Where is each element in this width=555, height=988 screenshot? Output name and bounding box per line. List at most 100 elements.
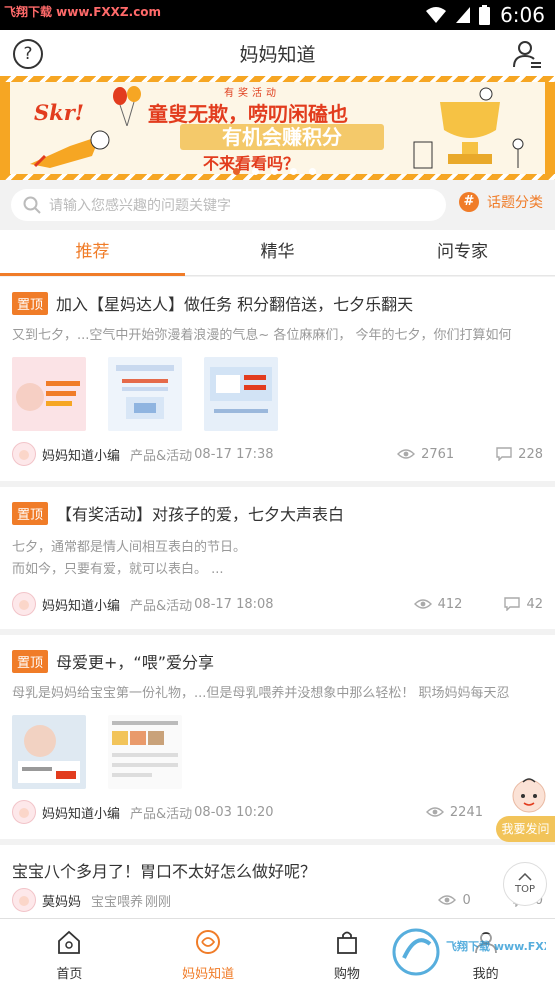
help-button[interactable]: ? xyxy=(13,39,43,69)
post-category: 产品&活动 xyxy=(130,806,193,822)
watermark-logo: 飞翔下载 www.FXXZ.com xyxy=(390,922,550,982)
post-title-row: 置顶 加入【星妈达人】做任务 积分翻倍送，七夕乐翻天 xyxy=(12,277,543,317)
post-excerpt-line: 而如今，只要有爱，就可以表白。 ... xyxy=(12,562,224,577)
nav-label: 妈妈知道 xyxy=(182,967,235,982)
pinned-badge: 置顶 xyxy=(12,291,49,315)
page-title: 妈妈知道 xyxy=(239,43,316,66)
user-profile-icon[interactable] xyxy=(511,38,543,70)
post-card[interactable]: 置顶 加入【星妈达人】做任务 积分翻倍送，七夕乐翻天 又到七夕，...空气中开始… xyxy=(0,277,555,481)
battery-icon xyxy=(479,5,491,25)
post-excerpt: 又到七夕，...空气中开始弥漫着浪漫的气息~ 各位麻麻们， 今年的七夕，你们打算… xyxy=(12,328,512,343)
baby-mascot-icon[interactable] xyxy=(509,776,549,820)
search-icon xyxy=(23,196,41,214)
back-to-top-label: TOP xyxy=(514,884,535,895)
ask-question-button[interactable]: 我要发问 xyxy=(496,816,555,842)
post-time: 刚刚 xyxy=(145,894,172,910)
back-to-top-button[interactable]: TOP xyxy=(503,862,547,906)
post-stats: 412 42 xyxy=(413,581,543,627)
tab-recommend[interactable]: 推荐 xyxy=(0,230,185,276)
app-screen: 飞翔下载 www.FXXZ.com 6:06 ? 妈妈知道 有奖活动 Skr! … xyxy=(0,0,555,988)
app-header: ? 妈妈知道 xyxy=(0,30,555,76)
post-thumbnail[interactable] xyxy=(108,715,182,789)
carousel-dot[interactable] xyxy=(233,168,240,175)
avatar[interactable] xyxy=(12,592,36,616)
post-excerpt: 母乳是妈妈给宝宝第一份礼物，...但是母乳喂养并没想象中那么轻松！ 职场妈妈每天… xyxy=(12,686,510,701)
chevron-up-icon xyxy=(518,872,532,881)
watermark-text: 飞翔下载 www.FXXZ.com xyxy=(446,940,546,953)
banner-headline: 童叟无欺，唠叨闲磕也 xyxy=(148,102,348,126)
trophy-illustration xyxy=(413,87,524,169)
post-meta: 妈妈知道小编 产品&活动 08-17 17:38 2761 228 xyxy=(12,431,543,477)
post-card[interactable]: 置顶 【有奖活动】对孩子的爱，七夕大声表白 七夕，通常都是情人间相互表白的节日。… xyxy=(0,487,555,629)
avatar[interactable] xyxy=(12,800,36,824)
post-meta: 莫妈妈 宝宝喂养 刚刚 0 0 xyxy=(12,885,543,915)
carousel-dot[interactable] xyxy=(290,168,297,175)
post-thumbnails xyxy=(12,715,543,789)
status-icons xyxy=(425,5,491,25)
nav-mama-know[interactable]: 妈妈知道 xyxy=(139,919,278,988)
post-title: 【有奖活动】对孩子的爱，七夕大声表白 xyxy=(56,505,345,524)
post-time: 08-17 17:38 xyxy=(194,446,274,462)
question-icon: ? xyxy=(23,44,33,64)
avatar[interactable] xyxy=(12,888,36,912)
search-placeholder: 请输入您感兴趣的问题关键字 xyxy=(49,198,231,214)
comment-count: 228 xyxy=(518,446,543,462)
view-count: 2761 xyxy=(421,446,455,462)
post-author[interactable]: 莫妈妈 xyxy=(42,891,81,910)
comment-icon xyxy=(496,447,512,461)
rocket-illustration xyxy=(30,130,110,168)
post-excerpt-line: 七夕，通常都是情人间相互表白的节日。 xyxy=(12,540,247,555)
carousel-dot[interactable] xyxy=(252,168,259,175)
post-thumbnail[interactable] xyxy=(12,715,86,789)
nav-home[interactable]: 首页 xyxy=(0,919,139,988)
post-title-row: 置顶 母爱更+，“喂”爱分享 xyxy=(12,635,543,675)
post-author[interactable]: 妈妈知道小编 xyxy=(42,445,120,464)
post-stats: 2761 228 xyxy=(397,431,543,477)
shopping-bag-icon xyxy=(336,931,357,954)
post-thumbnail[interactable] xyxy=(12,357,86,431)
post-title: 母爱更+，“喂”爱分享 xyxy=(56,653,215,672)
search-input[interactable]: 请输入您感兴趣的问题关键字 xyxy=(11,189,446,221)
topic-category-button[interactable]: # 话题分类 xyxy=(459,192,543,212)
topic-category-label: 话题分类 xyxy=(487,195,543,211)
eye-icon xyxy=(413,599,432,609)
post-meta: 妈妈知道小编 产品&活动 08-03 10:20 2241 xyxy=(12,789,543,835)
wifi-icon xyxy=(426,7,447,23)
eye-icon xyxy=(438,895,457,905)
post-author[interactable]: 妈妈知道小编 xyxy=(42,595,120,614)
status-bar: 飞翔下载 www.FXXZ.com 6:06 xyxy=(0,0,555,30)
promo-banner[interactable]: 有奖活动 Skr! 童叟无欺，唠叨闲磕也 有机会赚积分 不来看看吗？ xyxy=(0,76,555,180)
post-meta: 妈妈知道小编 产品&活动 08-17 18:08 412 42 xyxy=(12,581,543,627)
carousel-dot[interactable] xyxy=(309,168,316,175)
view-count: 0 xyxy=(462,892,471,908)
eye-icon xyxy=(425,807,444,817)
carousel-dot[interactable] xyxy=(271,168,278,175)
post-category: 宝宝喂养 xyxy=(91,894,144,910)
balloons-illustration xyxy=(113,86,141,126)
post-card[interactable]: 宝宝八个多月了！胃口不太好怎么做好呢？ 莫妈妈 宝宝喂养 刚刚 0 xyxy=(0,845,555,925)
tab-ask-expert[interactable]: 问专家 xyxy=(370,230,555,275)
avatar[interactable] xyxy=(12,442,36,466)
post-category: 产品&活动 xyxy=(130,598,193,614)
post-excerpt: 七夕，通常都是情人间相互表白的节日。 而如今，只要有爱，就可以表白。 ... xyxy=(12,537,543,581)
post-author[interactable]: 妈妈知道小编 xyxy=(42,803,120,822)
pinned-badge: 置顶 xyxy=(12,649,49,673)
banner-tag: 有奖活动 xyxy=(224,88,280,99)
post-title: 加入【星妈达人】做任务 积分翻倍送，七夕乐翻天 xyxy=(56,295,414,314)
home-icon xyxy=(58,930,81,954)
post-time: 08-17 18:08 xyxy=(194,596,274,612)
post-title: 宝宝八个多月了！胃口不太好怎么做好呢？ xyxy=(12,862,317,881)
watermark-logo: 飞翔下载 www.FXXZ.com xyxy=(4,5,162,19)
pinned-badge: 置顶 xyxy=(12,501,49,525)
post-thumbnail[interactable] xyxy=(204,357,278,431)
signal-icon xyxy=(456,7,471,23)
eye-icon xyxy=(397,449,416,459)
post-card[interactable]: 置顶 母爱更+，“喂”爱分享 母乳是妈妈给宝宝第一份礼物，...但是母乳喂养并没… xyxy=(0,635,555,839)
tab-featured[interactable]: 精华 xyxy=(185,230,370,275)
feed-tabs: 推荐 精华 问专家 xyxy=(0,230,555,276)
post-thumbnail[interactable] xyxy=(108,357,182,431)
view-count: 2241 xyxy=(449,804,483,820)
post-category: 产品&活动 xyxy=(130,448,193,464)
mama-know-icon xyxy=(196,930,221,954)
banner-highlight: 有机会赚积分 xyxy=(180,124,384,150)
